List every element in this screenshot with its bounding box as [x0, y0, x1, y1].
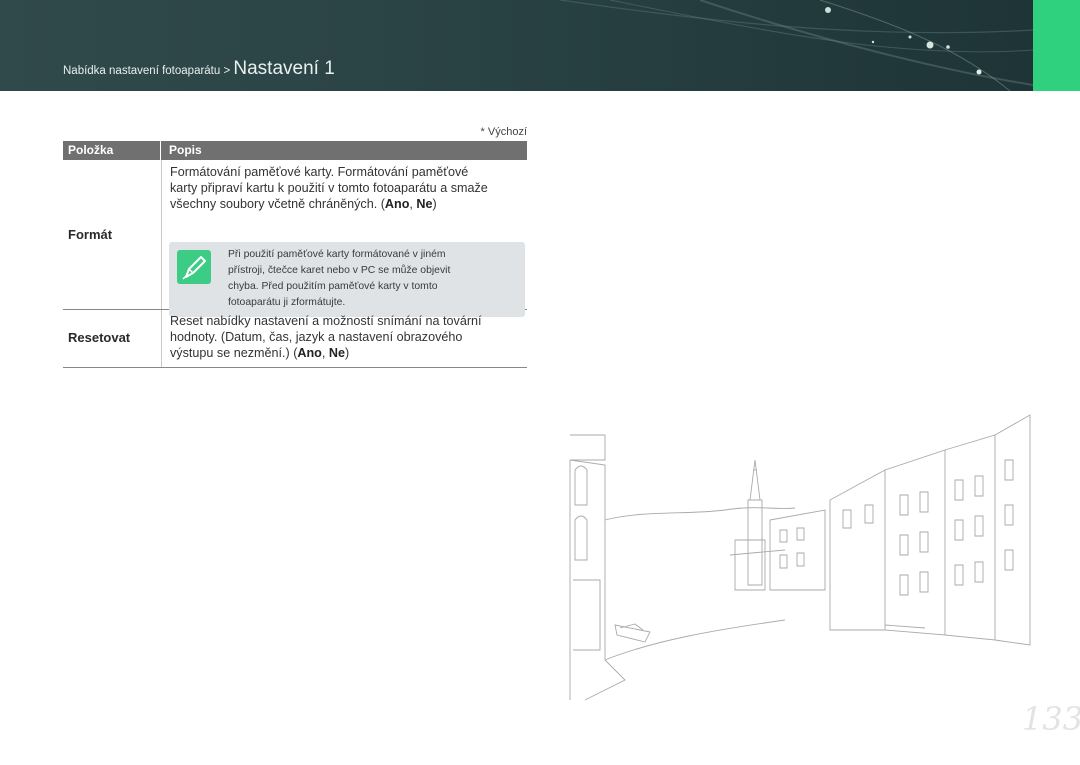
page-number: 133	[1022, 700, 1080, 738]
table-header: Položka Popis	[63, 141, 527, 160]
note-line: chyba. Před použitím paměťové karty v to…	[228, 281, 438, 292]
description-format: Formátování paměťové karty. Formátování …	[170, 164, 520, 212]
note-line: Při použití paměťové karty formátované v…	[228, 249, 446, 260]
description-line: Formátování paměťové karty. Formátování …	[170, 165, 469, 179]
description-line-options: výstupu se nezmění.) (Ano, Ne)	[170, 346, 350, 360]
description-line: hodnoty. (Datum, čas, jazyk a nastavení …	[170, 330, 463, 344]
option-yes: Ano	[384, 197, 410, 211]
breadcrumb: Nabídka nastavení fotoaparátu > Nastaven…	[63, 58, 335, 80]
table-row-format: Formát Formátování paměťové karty. Formá…	[63, 160, 527, 317]
column-divider	[161, 160, 162, 309]
note-line: fotoaparátu ji zformátujte.	[228, 297, 346, 308]
option-no: Ne	[416, 197, 433, 211]
description-line-options: všechny soubory včetně chráněných. (Ano,…	[170, 197, 437, 211]
table-row-reset: Resetovat Reset nabídky nastavení a možn…	[63, 310, 527, 368]
breadcrumb-parent: Nabídka nastavení fotoaparátu >	[63, 65, 234, 77]
note-line: přístroji, čtečce karet nebo v PC se můž…	[228, 265, 451, 276]
chapter-tab	[1033, 0, 1080, 91]
description-reset: Reset nabídky nastavení a možností snímá…	[170, 313, 520, 361]
description-text: výstupu se nezmění.) (	[170, 346, 298, 360]
note-box: Při použití paměťové karty formátované v…	[169, 242, 525, 317]
option-no: Ne	[328, 346, 345, 360]
column-divider	[161, 310, 162, 367]
settings-table: Položka Popis Formát Formátování paměťov…	[63, 141, 527, 368]
city-canal-illustration	[569, 414, 1031, 701]
breadcrumb-current: Nastavení 1	[233, 58, 335, 79]
item-label-format: Formát	[68, 227, 113, 242]
option-yes: Ano	[297, 346, 322, 360]
item-label-reset: Resetovat	[68, 330, 131, 345]
note-pencil-icon	[177, 250, 211, 284]
description-line: Reset nabídky nastavení a možností snímá…	[170, 314, 482, 328]
column-header-item: Položka	[63, 141, 161, 160]
default-legend: * Výchozí	[480, 126, 527, 138]
column-header-description: Popis	[169, 143, 202, 157]
note-text: Při použití paměťové karty formátované v…	[228, 247, 518, 311]
description-line: karty připraví kartu k použití v tomto f…	[170, 181, 488, 195]
description-text: všechny soubory včetně chráněných. (	[170, 197, 385, 211]
